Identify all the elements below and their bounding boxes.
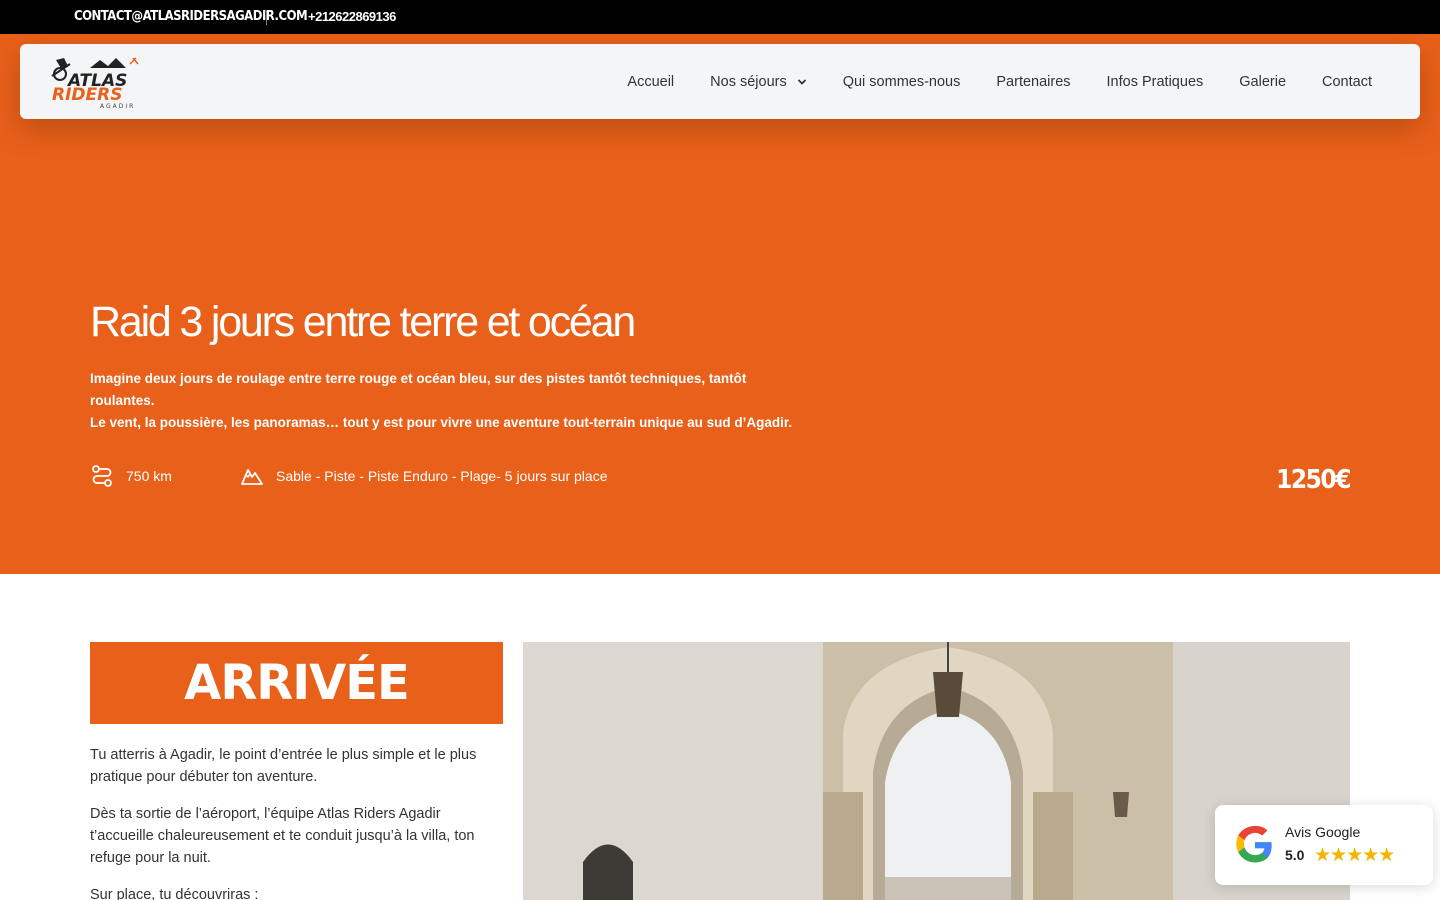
nav-partenaires[interactable]: Partenaires	[996, 74, 1070, 90]
trip-price: 1250€	[1276, 465, 1351, 495]
arrival-heading-banner: ARRIVÉE	[90, 642, 503, 724]
terrain-value: Sable - Piste - Piste Enduro - Plage- 5 …	[276, 468, 608, 484]
contact-phone-link[interactable]: +212622869136	[308, 9, 396, 24]
main-navbar: ATLAS RIDERS AGADIR Accueil Nos séjours …	[20, 44, 1420, 119]
arrival-text: Tu atterris à Agadir, le point d’entrée …	[90, 744, 503, 900]
nav-infos-pratiques[interactable]: Infos Pratiques	[1107, 74, 1204, 90]
hero-title: Raid 3 jours entre terre et océan	[90, 298, 636, 346]
atlas-riders-logo[interactable]: ATLAS RIDERS AGADIR	[50, 54, 150, 110]
review-score: 5.0	[1285, 847, 1305, 863]
arrival-paragraph-2: Dès ta sortie de l’aéroport, l’équipe At…	[90, 806, 475, 866]
nav-accueil[interactable]: Accueil	[627, 74, 674, 90]
contact-email-link[interactable]: CONTACT@ATLASRIDERSAGADIR.COM	[74, 9, 308, 24]
top-contact-bar: CONTACT@ATLASRIDERSAGADIR.COM +212622869…	[0, 0, 1440, 34]
star-rating-icon: ★★★★★	[1314, 845, 1395, 866]
primary-navigation: Accueil Nos séjours Qui sommes-nous Part…	[627, 44, 1372, 119]
review-title: Avis Google	[1285, 824, 1361, 840]
topbar-divider	[266, 10, 267, 25]
hero-description: Imagine deux jours de roulage entre terr…	[90, 371, 793, 430]
nav-qui-sommes-nous[interactable]: Qui sommes-nous	[843, 74, 961, 90]
google-reviews-badge[interactable]: Avis Google 5.0 ★★★★★	[1215, 805, 1433, 885]
terrain-info: Sable - Piste - Piste Enduro - Plage- 5 …	[240, 464, 608, 488]
nav-nos-sejours[interactable]: Nos séjours	[710, 74, 807, 90]
distance-value: 750 km	[126, 468, 172, 484]
svg-text:RIDERS: RIDERS	[52, 85, 122, 105]
chevron-down-icon	[797, 78, 806, 85]
svg-text:AGADIR: AGADIR	[100, 103, 135, 110]
distance-info: 750 km	[90, 464, 172, 488]
route-icon	[92, 465, 112, 487]
mountain-icon	[241, 469, 263, 485]
arrival-heading: ARRIVÉE	[184, 655, 410, 711]
arrival-paragraph-3: Sur place, tu découvriras :	[90, 887, 259, 900]
nav-contact[interactable]: Contact	[1322, 74, 1372, 90]
google-logo-icon	[1236, 825, 1272, 863]
nav-galerie[interactable]: Galerie	[1239, 74, 1286, 90]
arrival-paragraph-1: Tu atterris à Agadir, le point d’entrée …	[90, 747, 477, 785]
